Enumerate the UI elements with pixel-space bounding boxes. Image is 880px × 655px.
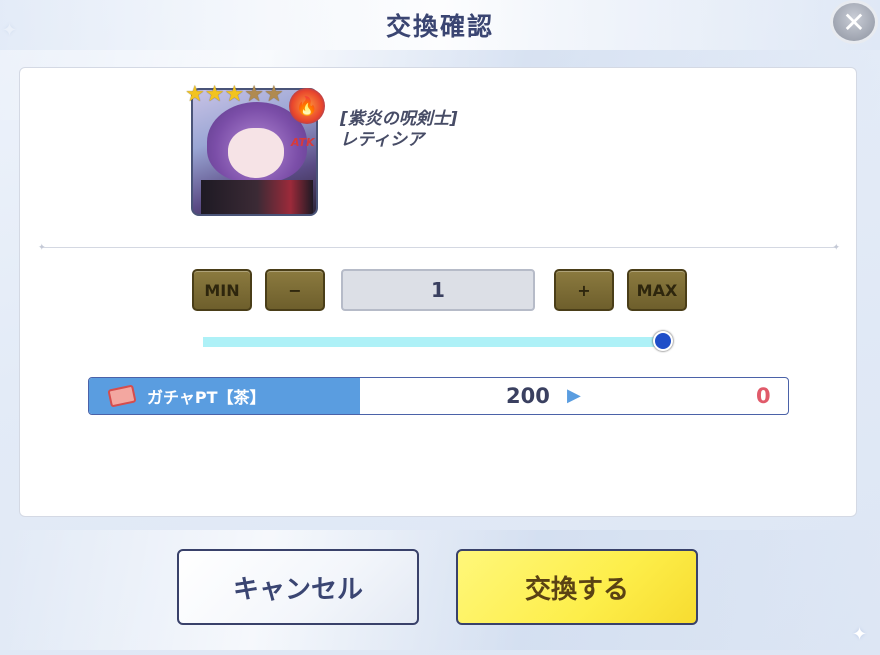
portrait-face [228, 128, 284, 178]
exchange-panel: ★ ★ ★ ★ ★ 🔥 ATK [紫炎の呪剣士] レティシア ✦ ✦ MIN −… [19, 67, 857, 517]
min-button[interactable]: MIN [192, 269, 252, 311]
max-button[interactable]: MAX [627, 269, 687, 311]
arrow-right-icon: ▶ [567, 385, 581, 406]
increment-button[interactable]: + [554, 269, 614, 311]
portrait-body [201, 180, 313, 214]
decrement-button[interactable]: − [265, 269, 325, 311]
divider: ✦ ✦ [38, 243, 840, 253]
fire-attribute-icon: 🔥 [289, 88, 325, 124]
cancel-button[interactable]: キャンセル [177, 549, 419, 625]
character-name: レティシア [340, 130, 424, 150]
sparkle-icon: ✦ [852, 624, 868, 645]
currency-label: ガチャPT【茶】 [147, 388, 266, 407]
divider-end-icon: ✦ [38, 243, 46, 253]
close-button[interactable]: ✕ [830, 0, 878, 44]
star-icon: ★ [224, 82, 245, 107]
dialog-header: 交換確認 [0, 0, 880, 50]
character-card[interactable]: ★ ★ ★ ★ ★ 🔥 ATK [185, 84, 325, 216]
ticket-icon [107, 384, 137, 408]
close-icon: ✕ [842, 5, 866, 39]
star-icon: ★ [244, 82, 264, 107]
role-badge: ATK [291, 136, 315, 149]
current-amount: 200 [506, 384, 550, 408]
quantity-input[interactable]: 1 [341, 269, 535, 311]
currency-label-box: ガチャPT【茶】 [89, 378, 360, 414]
dialog-title: 交換確認 [385, 12, 494, 41]
background-stripe [0, 530, 880, 650]
divider-end-icon: ✦ [832, 243, 840, 253]
cost-row: ガチャPT【茶】 200 ▶ 0 [88, 377, 789, 415]
rarity-stars: ★ ★ ★ ★ ★ [185, 84, 284, 106]
star-icon: ★ [263, 82, 284, 107]
confirm-exchange-button[interactable]: 交換する [456, 549, 698, 625]
star-icon: ★ [204, 82, 225, 107]
quantity-slider[interactable] [203, 337, 663, 347]
slider-fill [203, 337, 663, 347]
slider-thumb[interactable] [653, 331, 673, 351]
star-icon: ★ [185, 82, 205, 107]
after-amount: 0 [756, 384, 771, 408]
